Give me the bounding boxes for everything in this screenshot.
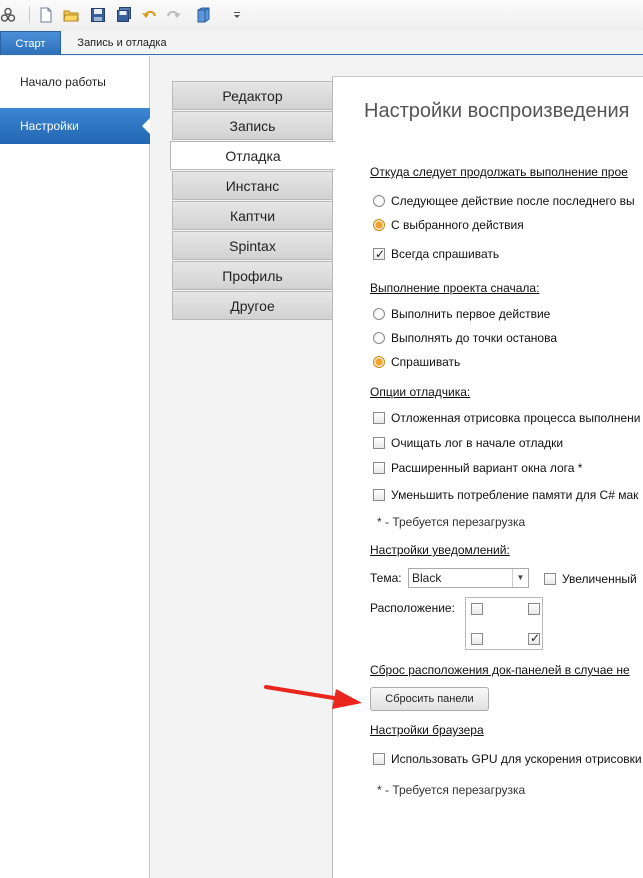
toolbar-separator (29, 7, 30, 23)
position-bottom-left-checkbox[interactable] (471, 633, 483, 645)
radio-button[interactable] (373, 332, 385, 344)
checkbox[interactable] (373, 489, 385, 501)
radio-button[interactable] (373, 356, 385, 368)
checkbox[interactable] (373, 462, 385, 474)
checkbox[interactable] (373, 412, 385, 424)
sidebar-item-getting-started[interactable]: Начало работы (0, 64, 150, 100)
quick-access-toolbar (0, 0, 643, 31)
radio-label: Выполнить первое действие (391, 307, 551, 321)
sidebar-item-settings[interactable]: Настройки (0, 108, 150, 144)
chevron-down-icon[interactable]: ▼ (512, 569, 528, 587)
position-top-left-checkbox[interactable] (471, 603, 483, 615)
theme-select-value: Black (412, 571, 442, 585)
radio-button[interactable] (373, 195, 385, 207)
checkbox-label: Увеличенный (562, 572, 637, 586)
page-title: Настройки воспроизведения (364, 100, 630, 122)
checkbox-label: Расширенный вариант окна лога * (391, 461, 583, 475)
checkbox-label: Уменьшить потребление памяти для C# мак (391, 488, 639, 502)
position-picker (465, 597, 543, 650)
checkbox[interactable] (373, 753, 385, 765)
checkbox[interactable] (373, 437, 385, 449)
ribbon-tab-bar: Старт Запись и отладка (0, 31, 643, 55)
checkbox-label: Всегда спрашивать (391, 247, 500, 261)
checkbox-label: Отложенная отрисовка процесса выполнени (391, 411, 641, 425)
restart-section-heading: Выполнение проекта сначала: (370, 281, 540, 295)
category-debug[interactable]: Отладка (170, 141, 335, 170)
category-spintax[interactable]: Spintax (172, 231, 333, 260)
checkbox[interactable] (373, 246, 385, 262)
tab-record-debug[interactable]: Запись и отладка (64, 31, 180, 55)
category-record[interactable]: Запись (172, 111, 333, 140)
browser-section-heading: Настройки браузера (370, 723, 484, 737)
redo-icon[interactable] (166, 7, 182, 23)
checkbox-label: Использовать GPU для ускорения отрисовки (391, 752, 642, 766)
theme-label: Тема: (370, 571, 402, 585)
restart-required-note: * - Требуется перезагрузка (377, 515, 526, 529)
theme-select[interactable]: Black ▼ (408, 568, 529, 588)
tab-start[interactable]: Старт (0, 31, 61, 55)
debugger-section-heading: Опции отладчика: (370, 385, 471, 399)
logo-icon[interactable] (0, 7, 16, 23)
radio-label: Выполнять до точки останова (391, 331, 557, 345)
radio-label: Следующее действие после последнего вы (391, 194, 635, 208)
continue-section-heading: Откуда следует продолжать выполнение про… (370, 165, 628, 179)
undo-icon[interactable] (141, 7, 157, 23)
open-folder-icon[interactable] (63, 7, 79, 23)
customize-dropdown-icon[interactable] (229, 7, 245, 23)
box-icon[interactable] (195, 7, 211, 23)
notifications-section-heading: Настройки уведомлений: (370, 543, 510, 557)
checkbox[interactable] (544, 573, 556, 585)
radio-button[interactable] (373, 219, 385, 231)
category-profile[interactable]: Профиль (172, 261, 333, 290)
radio-button[interactable] (373, 308, 385, 320)
save-all-icon[interactable] (116, 7, 132, 23)
category-instance[interactable]: Инстанс (172, 171, 333, 200)
category-captcha[interactable]: Каптчи (172, 201, 333, 230)
reset-panels-button[interactable]: Сбросить панели (370, 687, 489, 711)
sidebar: Начало работы Настройки (0, 56, 150, 878)
position-top-right-checkbox[interactable] (528, 603, 540, 615)
save-icon[interactable] (90, 7, 106, 23)
position-bottom-right-checkbox[interactable] (528, 631, 540, 645)
new-file-icon[interactable] (38, 7, 54, 23)
category-editor[interactable]: Редактор (172, 81, 333, 110)
radio-label: С выбранного действия (391, 218, 524, 232)
annotation-arrow-icon (264, 685, 362, 709)
settings-content-panel: Настройки воспроизведения Откуда следует… (332, 76, 643, 878)
position-label: Расположение: (370, 601, 455, 615)
reset-section-heading: Сброс расположения док-панелей в случае … (370, 663, 630, 677)
radio-label: Спрашивать (391, 355, 461, 369)
category-other[interactable]: Другое (172, 291, 333, 320)
restart-required-note: * - Требуется перезагрузка (377, 783, 526, 797)
checkbox-label: Очищать лог в начале отладки (391, 436, 564, 450)
